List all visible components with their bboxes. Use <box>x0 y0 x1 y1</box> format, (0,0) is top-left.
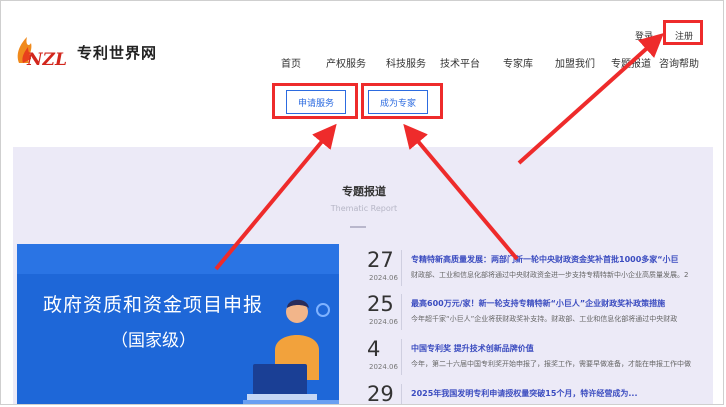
arrow-to-expert <box>403 123 519 261</box>
arrow-to-apply <box>214 123 337 271</box>
page-frame: NZL 专利世界网 登录 注册 首页 产权服务 科技服务 技术平台 专家库 加盟… <box>0 0 724 405</box>
arrow-to-register <box>517 32 664 165</box>
annotation-arrows <box>214 32 664 271</box>
